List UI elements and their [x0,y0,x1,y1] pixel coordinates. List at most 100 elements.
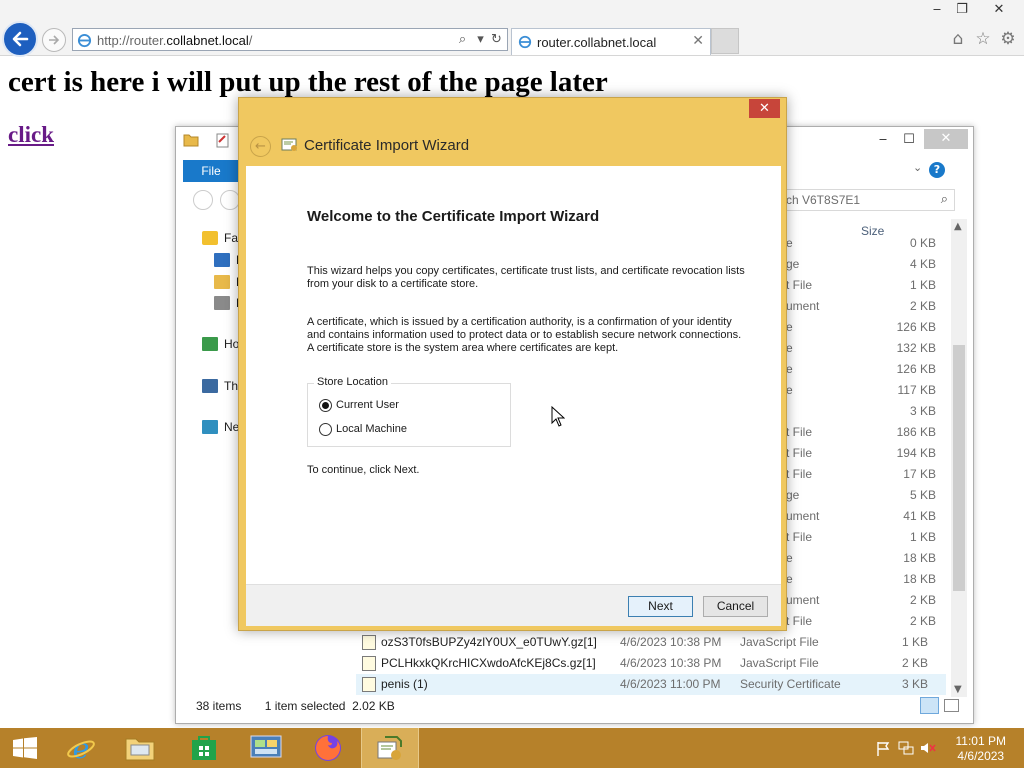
file-size: 18 KB [903,551,936,565]
list-item[interactable]: t File 186 KB [786,422,936,443]
local-machine-label[interactable]: Local Machine [336,423,407,435]
file-size: 1 KB [909,278,936,292]
desktop-icon [214,253,230,267]
back-button[interactable] [2,21,38,57]
folder-icon [183,134,199,147]
gear-icon[interactable]: ⚙ [998,29,1018,49]
current-user-radio[interactable] [319,399,332,412]
home-icon[interactable]: ⌂ [948,29,968,49]
list-item[interactable]: e 126 KB [786,317,936,338]
taskbar-firefox[interactable] [299,728,357,768]
tab-title: router.collabnet.local [537,35,657,50]
help-icon[interactable]: ? [929,162,945,178]
list-item[interactable]: e 18 KB [786,548,936,569]
file-type: e [786,362,793,376]
list-item[interactable]: t File 1 KB [786,527,936,548]
list-item[interactable]: ument 2 KB [786,296,936,317]
next-button[interactable]: Next [628,596,693,617]
large-icons-view-icon[interactable] [944,699,959,712]
start-button[interactable] [0,728,50,768]
wizard-intro-text: This wizard helps you copy certificates,… [307,265,745,290]
clock-date: 4/6/2023 [957,749,1005,763]
list-item[interactable]: ge 5 KB [786,485,936,506]
desktop: http://router.collabnet.local/ ⌕ ▾ ↻ rou… [0,0,1024,768]
list-item[interactable]: e 0 KB [786,233,936,254]
page-link[interactable]: click [8,122,54,148]
chevron-down-icon[interactable]: ⌄ [913,161,922,174]
list-item[interactable]: ument 2 KB [786,590,936,611]
list-item[interactable]: e 132 KB [786,338,936,359]
list-item[interactable]: t File 194 KB [786,443,936,464]
search-placeholder: ch V6T8S7E1 [786,193,861,207]
taskbar-certificate-manager[interactable] [361,728,419,768]
chevron-down-icon[interactable]: ▾ [473,32,488,47]
address-url[interactable]: http://router.collabnet.local/ [97,33,252,48]
table-row[interactable]: ozS3T0fsBUPZy4zlY0UX_e0TUwY.gz[1] 4/6/202… [356,632,946,653]
mouse-cursor-icon [551,406,565,427]
list-item[interactable]: ge 4 KB [786,254,936,275]
item-count: 38 items [196,699,242,713]
wizard-close-button[interactable]: ✕ [749,99,780,118]
taskbar-control-panel[interactable] [237,728,295,768]
new-tab-button[interactable] [711,28,739,54]
favorites-icon[interactable]: ☆ [973,29,993,49]
list-item[interactable]: t File 2 KB [786,611,936,632]
certificate-import-wizard[interactable]: ✕ ← Certificate Import Wizard Welcome to… [238,97,787,631]
folder-icon [214,275,230,289]
vertical-scrollbar[interactable]: ▲ ▼ [951,219,967,697]
file-menu-tab[interactable]: File [183,160,239,182]
table-row[interactable]: penis (1) 4/6/2023 11:00 PM Security Certi… [356,674,946,695]
explorer-back-button[interactable] [193,190,213,210]
list-item[interactable]: 3 KB [786,401,936,422]
file-type: t File [786,278,813,292]
current-user-label[interactable]: Current User [336,399,399,411]
network-icon[interactable] [898,741,914,755]
taskbar-internet-explorer[interactable]: e [52,728,110,768]
url-prefix: http://router. [97,33,167,48]
browser-tab[interactable]: router.collabnet.local ✕ [511,28,711,55]
details-view-icon[interactable] [920,697,939,714]
forward-button[interactable] [42,28,66,52]
list-item[interactable]: t File 17 KB [786,464,936,485]
file-size: 41 KB [903,509,936,523]
browser-toolbar: http://router.collabnet.local/ ⌕ ▾ ↻ rou… [0,0,1024,57]
scroll-down-icon[interactable]: ▼ [954,684,962,695]
close-icon[interactable]: ✕ [692,33,704,49]
clock-time: 11:01 PM [955,734,1006,748]
arrow-left-icon [12,31,29,47]
explorer-maximize-button[interactable]: ☐ [894,130,924,150]
search-icon[interactable]: ⌕ [941,192,948,207]
explorer-search-input[interactable]: ch V6T8S7E1 ⌕ [779,189,955,211]
taskbar-file-explorer[interactable] [111,728,169,768]
restore-button[interactable]: ❐ [947,0,977,20]
file-type: JavaScript File [740,635,819,649]
file-size: 2 KB [909,299,936,313]
taskbar-store[interactable] [175,728,233,768]
search-icon[interactable]: ⌕ [455,32,470,47]
refresh-icon[interactable]: ↻ [489,32,504,47]
list-item[interactable]: e 18 KB [786,569,936,590]
address-bar[interactable]: http://router.collabnet.local/ ⌕ ▾ ↻ [72,28,508,51]
local-machine-radio[interactable] [319,423,332,436]
list-item[interactable]: t File 1 KB [786,275,936,296]
file-size: 186 KB [896,425,936,439]
url-domain: collabnet.local [166,33,249,48]
list-item[interactable]: ument 41 KB [786,506,936,527]
scrollbar-thumb[interactable] [953,345,965,591]
close-button[interactable]: ✕ [984,0,1014,20]
explorer-close-button[interactable]: ✕ [924,129,968,149]
volume-muted-icon[interactable] [920,741,936,755]
store-icon [192,736,216,760]
flag-icon[interactable] [876,741,890,756]
explorer-forward-button[interactable] [220,190,240,210]
file-type: ge [786,257,800,271]
list-item[interactable]: e 126 KB [786,359,936,380]
file-type: t File [786,614,813,628]
wizard-back-button[interactable]: ← [250,136,271,157]
list-item[interactable]: e 117 KB [786,380,936,401]
clock[interactable]: 11:01 PM 4/6/2023 [956,734,1006,764]
wizard-heading: Welcome to the Certificate Import Wizard [307,208,600,225]
table-row[interactable]: PCLHkxkQKrcHICXwdoAfcKEj8Cs.gz[1] 4/6/202… [356,653,946,674]
cancel-button[interactable]: Cancel [703,596,768,617]
scroll-up-icon[interactable]: ▲ [954,221,962,232]
